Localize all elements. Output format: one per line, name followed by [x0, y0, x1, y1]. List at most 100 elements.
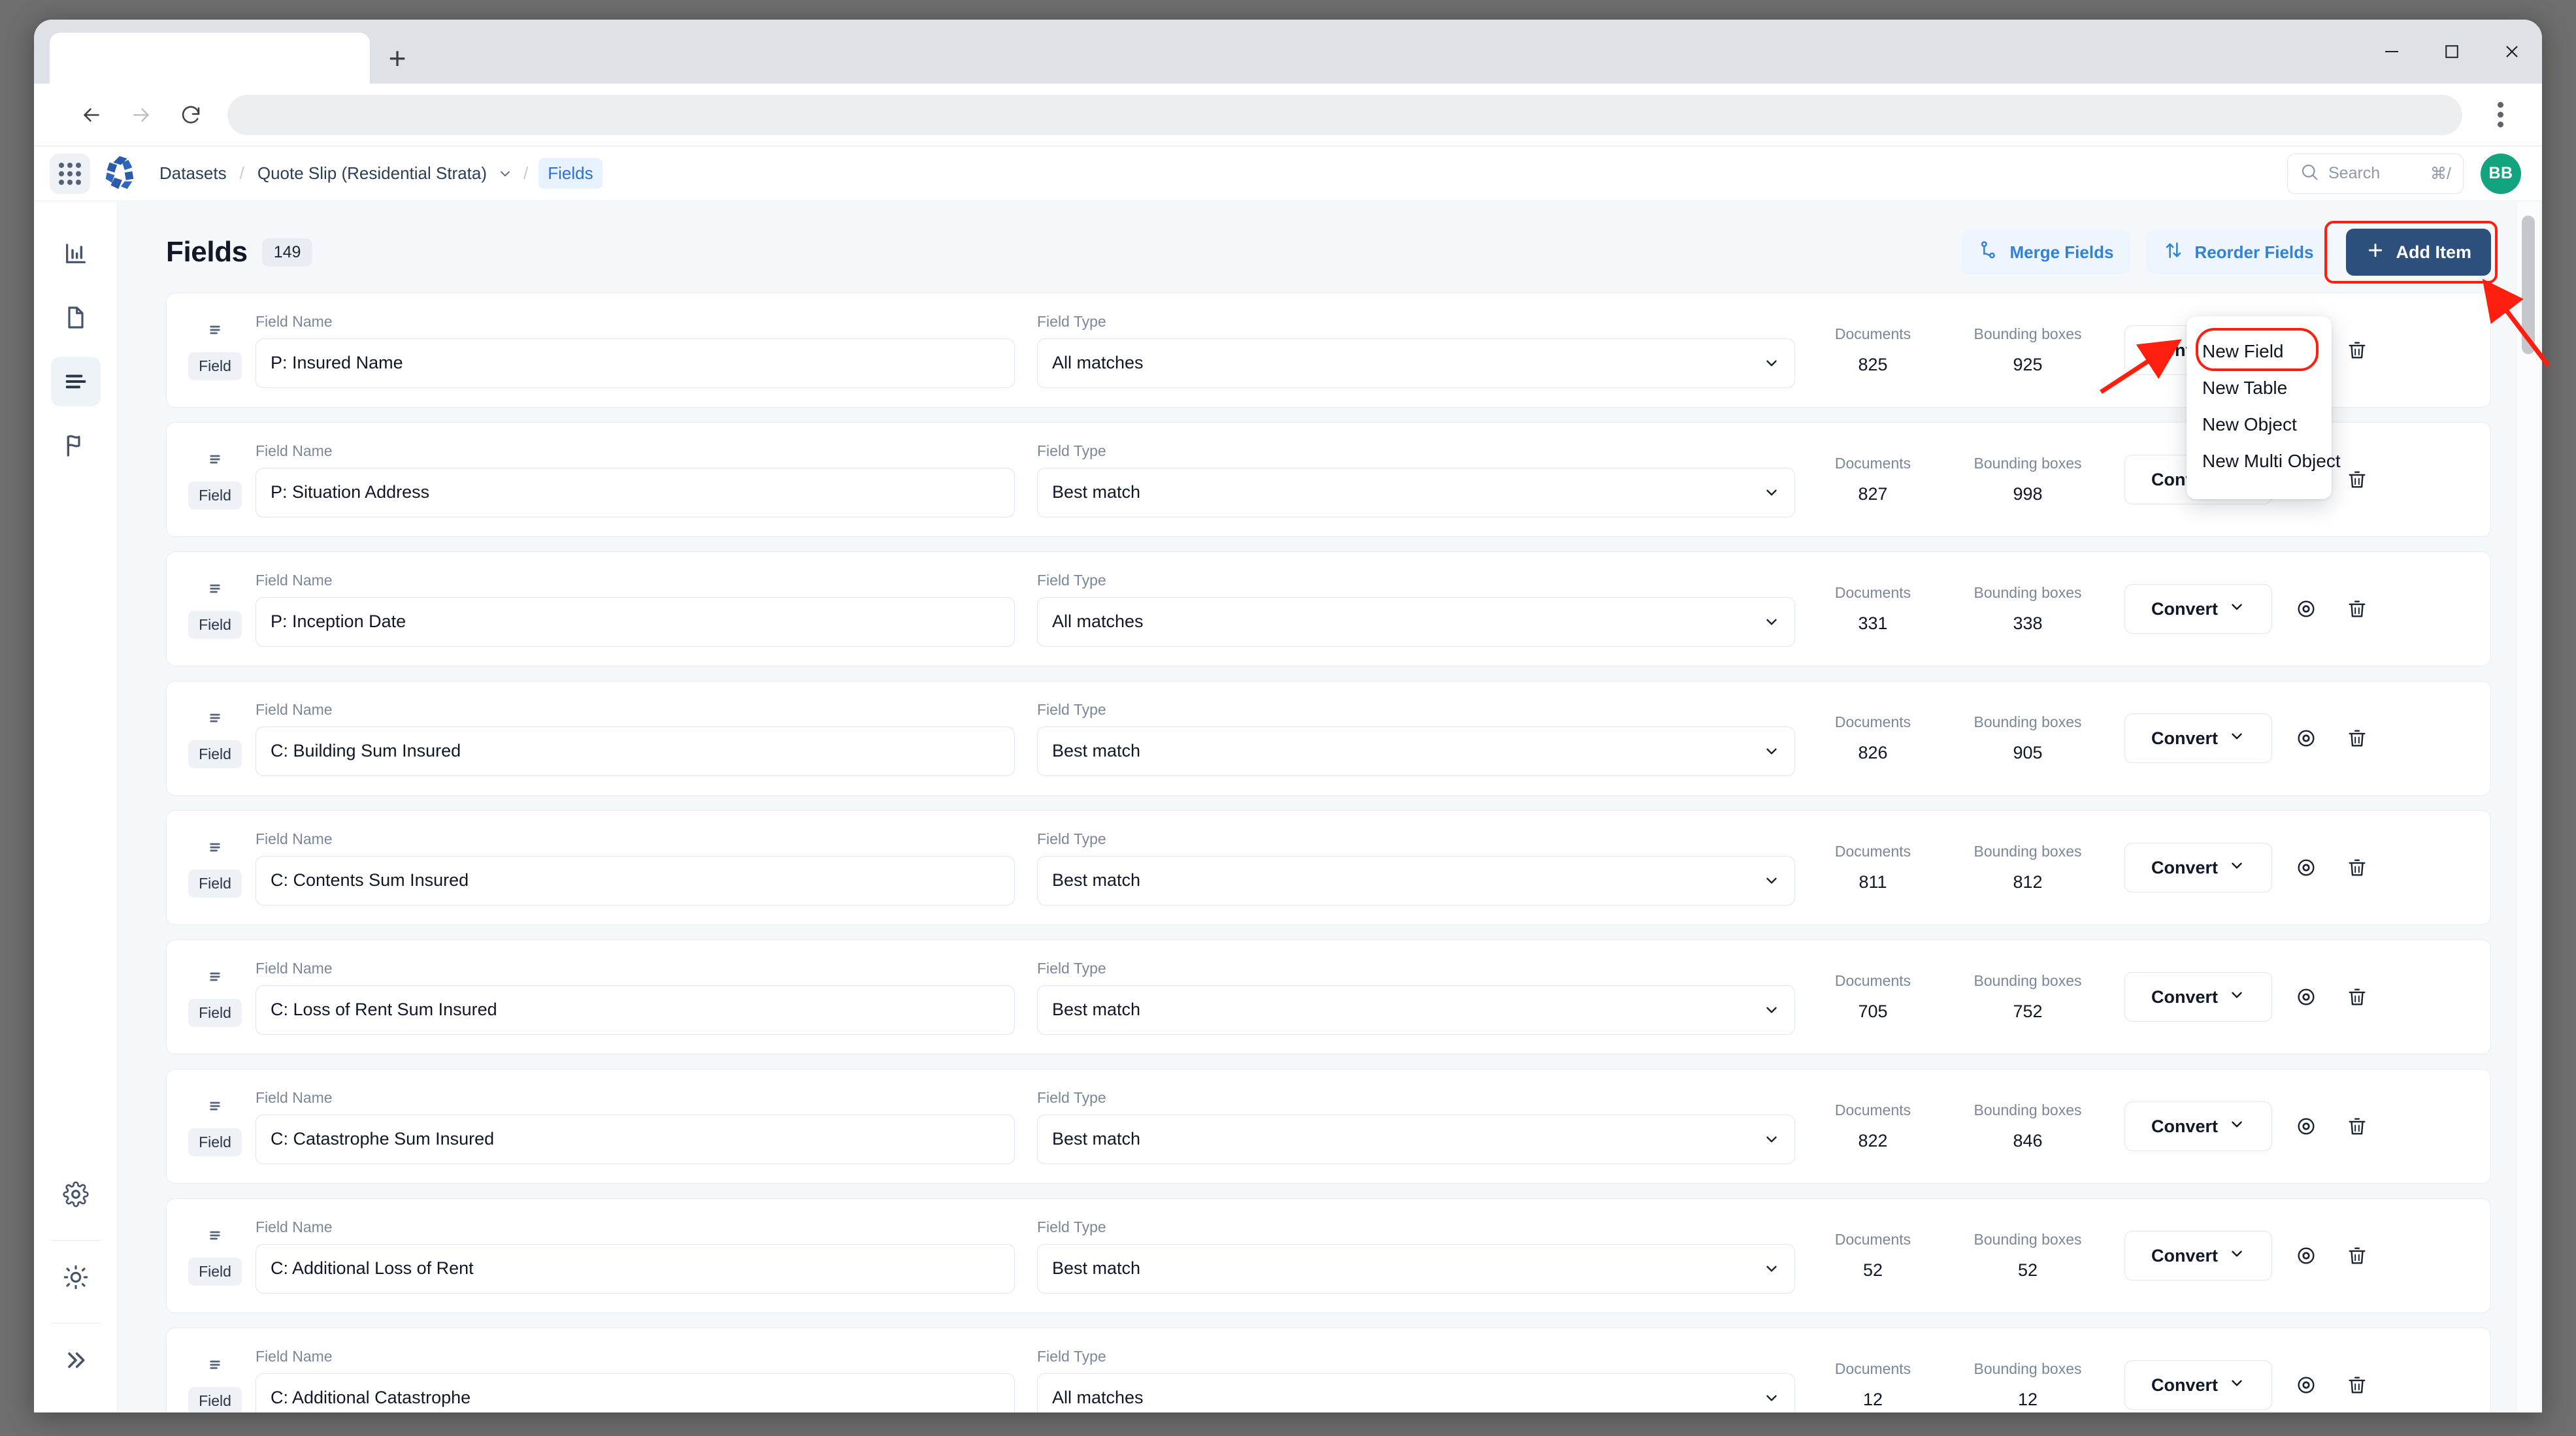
maximize-icon[interactable] [2422, 20, 2482, 84]
add-item-button[interactable]: Add Item [2346, 229, 2491, 276]
table-row[interactable]: Field Field Name C: Additional Loss of R… [166, 1198, 2491, 1313]
preview-eye-icon[interactable] [2289, 721, 2323, 755]
convert-button[interactable]: Convert [2124, 584, 2272, 634]
drag-handle-icon[interactable] [205, 1096, 225, 1119]
menu-item-new-table[interactable]: New Table [2187, 370, 2332, 406]
drag-handle-icon[interactable] [205, 838, 225, 860]
preview-eye-icon[interactable] [2289, 980, 2323, 1014]
drag-handle-icon[interactable] [205, 708, 225, 731]
table-row[interactable]: Field Field Name C: Additional Catastrop… [166, 1328, 2491, 1412]
breadcrumb-item-fields[interactable]: Fields [538, 158, 602, 189]
preview-eye-icon[interactable] [2289, 1368, 2323, 1402]
delete-trash-icon[interactable] [2340, 1239, 2374, 1273]
delete-trash-icon[interactable] [2340, 1368, 2374, 1402]
vertical-scrollbar[interactable] [2517, 201, 2539, 1412]
table-row[interactable]: Field Field Name C: Catastrophe Sum Insu… [166, 1069, 2491, 1184]
documents-label: Documents [1835, 843, 1911, 860]
close-icon[interactable] [2482, 20, 2542, 84]
forward-arrow-icon[interactable] [116, 90, 166, 140]
field-type-select[interactable]: Best match [1037, 1244, 1795, 1294]
preview-eye-icon[interactable] [2289, 1109, 2323, 1143]
menu-item-new-field[interactable]: New Field [2187, 333, 2332, 370]
sidebar-item-analytics[interactable] [51, 229, 101, 278]
field-name-input[interactable]: C: Loss of Rent Sum Insured [256, 985, 1015, 1035]
delete-trash-icon[interactable] [2340, 592, 2374, 626]
delete-trash-icon[interactable] [2340, 721, 2374, 755]
field-type-select[interactable]: Best match [1037, 856, 1795, 906]
avatar[interactable]: BB [2481, 154, 2521, 194]
delete-trash-icon[interactable] [2340, 851, 2374, 885]
sidebar-item-fields[interactable] [51, 357, 101, 406]
preview-eye-icon[interactable] [2289, 1239, 2323, 1273]
drag-handle-icon[interactable] [205, 967, 225, 990]
table-row[interactable]: Field Field Name P: Inception Date Fie [166, 551, 2491, 666]
convert-label: Convert [2151, 599, 2218, 619]
search-input[interactable]: Search ⌘/ [2287, 154, 2464, 194]
field-type-select[interactable]: Best match [1037, 1115, 1795, 1164]
drag-handle-icon[interactable] [205, 1355, 225, 1378]
row-drag-column: Field [184, 838, 246, 898]
breadcrumb-item-datasets[interactable]: Datasets [157, 159, 229, 188]
new-tab-button[interactable]: + [370, 33, 425, 84]
drag-handle-icon[interactable] [205, 449, 225, 472]
table-row[interactable]: Field Field Name C: Building Sum Insured [166, 681, 2491, 796]
browser-menu-icon[interactable] [2481, 92, 2520, 138]
field-type-select[interactable]: Best match [1037, 468, 1795, 517]
table-row[interactable]: Field Field Name P: Insured Name Field [166, 293, 2491, 408]
delete-trash-icon[interactable] [2340, 333, 2374, 367]
delete-trash-icon[interactable] [2340, 980, 2374, 1014]
convert-button[interactable]: Convert [2124, 1231, 2272, 1281]
field-type-select[interactable]: All matches [1037, 1373, 1795, 1413]
menu-item-new-multi-object[interactable]: New Multi Object [2187, 443, 2332, 480]
reorder-fields-button[interactable]: Reorder Fields [2146, 230, 2330, 274]
back-arrow-icon[interactable] [67, 90, 116, 140]
reload-icon[interactable] [166, 90, 216, 140]
address-bar[interactable] [227, 95, 2462, 135]
table-row[interactable]: Field Field Name C: Contents Sum Insured [166, 810, 2491, 925]
convert-button[interactable]: Convert [2124, 1360, 2272, 1410]
sidebar-item-documents[interactable] [51, 293, 101, 342]
delete-trash-icon[interactable] [2340, 1109, 2374, 1143]
field-type-select[interactable]: All matches [1037, 338, 1795, 388]
menu-item-new-object[interactable]: New Object [2187, 406, 2332, 443]
field-name-input[interactable]: P: Insured Name [256, 338, 1015, 388]
convert-button[interactable]: Convert [2124, 843, 2272, 892]
field-type-column: Field Type Best match [1037, 960, 1795, 1035]
field-type-select[interactable]: Best match [1037, 726, 1795, 776]
field-name-input[interactable]: P: Situation Address [256, 468, 1015, 517]
browser-tab[interactable] [50, 33, 370, 84]
field-name-input[interactable]: C: Additional Loss of Rent [256, 1244, 1015, 1294]
delete-trash-icon[interactable] [2340, 463, 2374, 497]
breadcrumb-item-dataset[interactable]: Quote Slip (Residential Strata) [255, 159, 489, 188]
field-name-input[interactable]: C: Additional Catastrophe [256, 1373, 1015, 1413]
preview-eye-icon[interactable] [2289, 851, 2323, 885]
drag-handle-icon[interactable] [205, 579, 225, 602]
table-row[interactable]: Field Field Name P: Situation Address [166, 422, 2491, 537]
field-type-select[interactable]: Best match [1037, 985, 1795, 1035]
preview-eye-icon[interactable] [2289, 592, 2323, 626]
convert-button[interactable]: Convert [2124, 1101, 2272, 1151]
table-row[interactable]: Field Field Name C: Loss of Rent Sum Ins… [166, 939, 2491, 1054]
convert-button[interactable]: Convert [2124, 713, 2272, 763]
field-name-column: Field Name P: Situation Address [256, 442, 1015, 517]
field-name-input[interactable]: C: Contents Sum Insured [256, 856, 1015, 906]
drag-handle-icon[interactable] [205, 320, 225, 343]
drag-handle-icon[interactable] [205, 1226, 225, 1248]
sidebar-item-settings[interactable] [51, 1169, 101, 1219]
convert-button[interactable]: Convert [2124, 972, 2272, 1022]
field-name-input[interactable]: C: Building Sum Insured [256, 726, 1015, 776]
minimize-icon[interactable] [2362, 20, 2422, 84]
row-kind-chip: Field [188, 352, 242, 380]
chevron-down-icon[interactable] [497, 166, 513, 182]
bounding-boxes-label: Bounding boxes [1974, 713, 2082, 731]
sidebar-item-expand[interactable] [51, 1335, 101, 1385]
app-grid-icon[interactable] [50, 154, 90, 194]
bounding-boxes-metric: Bounding boxes 925 [1951, 325, 2105, 375]
field-type-select[interactable]: All matches [1037, 597, 1795, 647]
add-item-dropdown-menu[interactable]: New Field New Table New Object New Multi… [2187, 316, 2332, 499]
field-name-input[interactable]: C: Catastrophe Sum Insured [256, 1115, 1015, 1164]
sidebar-item-flags[interactable] [51, 421, 101, 470]
merge-fields-button[interactable]: Merge Fields [1961, 230, 2130, 274]
field-name-input[interactable]: P: Inception Date [256, 597, 1015, 647]
sidebar-item-theme[interactable] [51, 1252, 101, 1302]
